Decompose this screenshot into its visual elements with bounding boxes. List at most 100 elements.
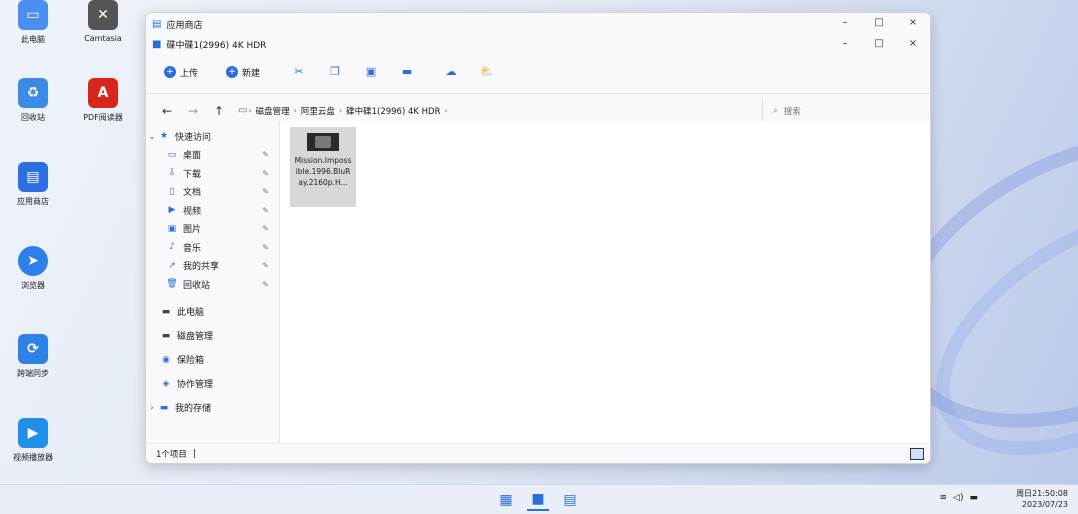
chevron-right-icon: ›: [293, 106, 297, 115]
cloud-download-icon[interactable]: ☁: [444, 66, 458, 78]
system-tray: ≋ ◁) ▬: [940, 493, 979, 503]
clock[interactable]: 周日21:50:08 2023/07/23: [1016, 488, 1068, 510]
battery-icon[interactable]: ▬: [969, 493, 978, 503]
forward-arrow-icon[interactable]: →: [180, 104, 206, 118]
up-arrow-icon[interactable]: ↑: [206, 104, 232, 118]
share-icon: ↗: [168, 260, 176, 271]
desktop-icon-sync[interactable]: ⟳ 跨端同步: [0, 334, 66, 379]
sidebar-item-my-share[interactable]: ↗ 我的共享 ✎: [146, 257, 279, 276]
minimize-button[interactable]: –: [828, 34, 862, 54]
computer-icon: ▭: [238, 105, 248, 116]
clock-date: 2023/07/23: [1021, 500, 1068, 509]
sidebar-item-desktop[interactable]: ▭ 桌面 ✎: [146, 146, 279, 165]
file-tile[interactable]: Mission.Impossible.1996.BluRay.2160p.H..…: [290, 127, 356, 207]
storage-icon: ▬: [159, 402, 169, 413]
sidebar-item-music[interactable]: ♪ 音乐 ✎: [146, 238, 279, 257]
music-icon: ♪: [169, 242, 175, 253]
minimize-button[interactable]: –: [828, 13, 862, 33]
tab-bar[interactable]: ■ 碟中碟1(2996) 4K HDR – □ ×: [146, 35, 930, 53]
sidebar-item-my-storage[interactable]: › ▬ 我的存储: [146, 396, 279, 420]
download-icon: ⇩: [168, 168, 176, 179]
sidebar-item-safe[interactable]: ◉ 保险箱: [146, 348, 279, 372]
sidebar-item-this-pc[interactable]: ▬ 此电脑: [146, 300, 279, 324]
document-icon: ▯: [169, 186, 175, 197]
close-button[interactable]: ×: [896, 34, 930, 54]
plus-icon: +: [226, 66, 239, 78]
wifi-icon[interactable]: ≋: [940, 493, 948, 503]
volume-icon[interactable]: ◁): [953, 493, 963, 503]
trash-icon: 🗑: [166, 279, 178, 290]
sidebar-item-trash[interactable]: 🗑 回收站 ✎: [146, 275, 279, 294]
start-icon[interactable]: ▦: [495, 489, 517, 511]
chevron-right-icon: ›: [248, 106, 252, 115]
recycle-bin-icon: ♻: [18, 78, 48, 108]
rename-icon[interactable]: ▬: [400, 66, 414, 78]
item-count: 1个项目: [156, 449, 187, 460]
video-player-icon: ▶: [18, 418, 48, 448]
new-button[interactable]: + 新建: [222, 64, 264, 81]
pin-icon: ✎: [262, 187, 269, 197]
sidebar-item-documents[interactable]: ▯ 文档 ✎: [146, 183, 279, 202]
pdf-icon: A: [88, 78, 118, 108]
sidebar-item-download[interactable]: ⇩ 下载 ✎: [146, 164, 279, 183]
close-button[interactable]: ×: [896, 13, 930, 33]
disk-icon: ▬: [161, 330, 171, 341]
breadcrumb-item[interactable]: 磁盘管理: [256, 105, 290, 117]
file-explorer-icon[interactable]: ■: [527, 489, 549, 511]
pin-icon: ✎: [262, 224, 269, 234]
video-thumbnail: [307, 133, 339, 151]
search-icon: ⌕: [773, 105, 778, 116]
toolbar: + 上传 + 新建 ✂ ❐ ▣ ▬ ☁ ⛅: [146, 57, 930, 87]
store-icon: ▤: [152, 18, 162, 30]
maximize-button[interactable]: □: [862, 13, 896, 33]
sidebar-item-videos[interactable]: ▶ 视频 ✎: [146, 201, 279, 220]
plus-icon: +: [164, 66, 176, 78]
paste-icon[interactable]: ▣: [364, 66, 378, 78]
title-bar[interactable]: ▤ 应用商店 – □ ×: [146, 13, 930, 35]
sidebar-item-collab[interactable]: ◈ 协作管理: [146, 372, 279, 396]
pin-icon: ✎: [262, 150, 269, 160]
cloud-sync-icon[interactable]: ⛅: [480, 66, 494, 78]
desktop-icon-video-player[interactable]: ▶ 视频播放器: [0, 418, 66, 463]
cut-icon[interactable]: ✂: [292, 66, 306, 78]
desktop-icon-browser[interactable]: ➤ 浏览器: [0, 246, 66, 291]
desktop-icon-store[interactable]: ▤ 应用商店: [0, 162, 66, 207]
pin-icon: ✎: [262, 242, 269, 252]
chevron-down-icon[interactable]: ⌄: [146, 132, 158, 141]
store-icon: ▤: [18, 162, 48, 192]
sidebar-item-pictures[interactable]: ▣ 图片 ✎: [146, 220, 279, 239]
upload-button[interactable]: + 上传: [160, 64, 202, 81]
desktop-icon-recycle[interactable]: ♻ 回收站: [0, 78, 66, 123]
copy-icon[interactable]: ❐: [328, 66, 342, 78]
breadcrumb-item[interactable]: 碟中碟1(2996) 4K HDR: [346, 105, 440, 117]
desktop-icon: ▭: [167, 149, 177, 160]
folder-title: 碟中碟1(2996) 4K HDR: [166, 40, 267, 51]
file-name: Mission.Impossible.1996.BluRay.2160p.H..…: [294, 156, 352, 187]
maximize-button[interactable]: □: [862, 34, 896, 54]
store-icon[interactable]: ▤: [559, 489, 581, 511]
desktop-icon-computer[interactable]: ▭ 此电脑: [0, 0, 66, 45]
sidebar-item-quick-access[interactable]: ⌄ ★ 快速访问: [146, 127, 279, 146]
collab-icon: ◈: [162, 378, 170, 389]
search-input[interactable]: ⌕ 搜索: [762, 99, 922, 122]
chevron-right-icon: ›: [338, 106, 343, 115]
pc-icon: ▬: [161, 306, 171, 317]
breadcrumb-item[interactable]: 阿里云盘: [301, 105, 335, 117]
computer-icon: ▭: [18, 0, 48, 30]
desktop-icon-camtasia[interactable]: ✕ Camtasia: [70, 0, 136, 43]
desktop-icon-pdf[interactable]: A PDF阅读器: [70, 78, 136, 123]
pin-icon: ✎: [262, 168, 269, 178]
file-list: Mission.Impossible.1996.BluRay.2160p.H..…: [280, 121, 930, 443]
explorer-body: ⌄ ★ 快速访问 ▭ 桌面 ✎ ⇩ 下载 ✎ ▯ 文档 ✎ ▶ 视频 ✎ ▣ 图…: [146, 121, 930, 443]
window-title: 应用商店: [166, 20, 203, 31]
back-arrow-icon[interactable]: ←: [154, 104, 180, 118]
chevron-right-icon[interactable]: ›: [146, 403, 158, 412]
breadcrumb[interactable]: ▭ › 磁盘管理 › 阿里云盘 › 碟中碟1(2996) 4K HDR ›: [238, 100, 766, 122]
picture-icon: ▣: [167, 223, 177, 234]
view-toggle-button[interactable]: [910, 447, 924, 460]
camtasia-icon: ✕: [88, 0, 118, 30]
star-icon: ★: [159, 131, 169, 142]
file-explorer-window: ▤ 应用商店 – □ × ■ 碟中碟1(2996) 4K HDR – □ × +…: [145, 12, 931, 464]
taskbar: ▦ ■ ▤ ≋ ◁) ▬ 周日21:50:08 2023/07/23: [0, 484, 1078, 514]
sidebar-item-disk-manager[interactable]: ▬ 磁盘管理: [146, 324, 279, 348]
